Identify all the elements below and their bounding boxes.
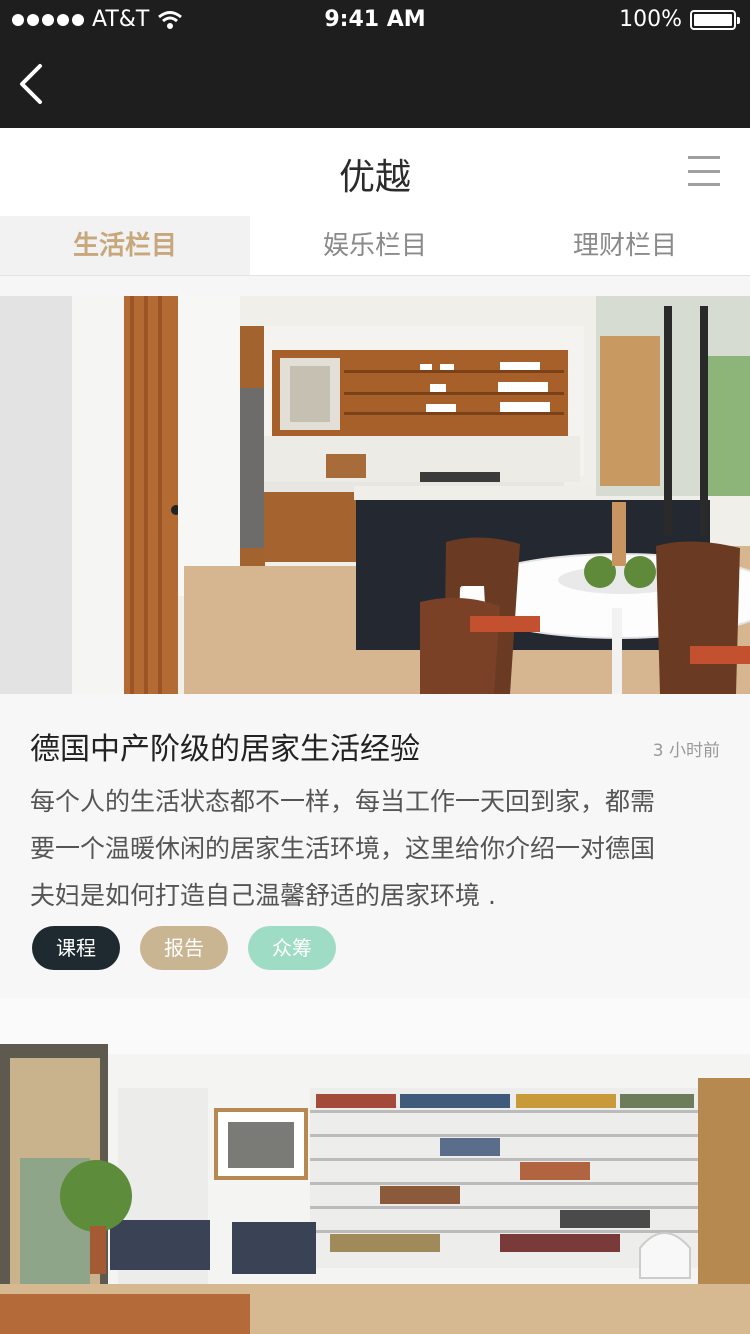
- tag-list: 课程 报告 众筹: [32, 926, 336, 970]
- status-right: 100%: [619, 7, 740, 32]
- tag-course[interactable]: 课程: [32, 926, 120, 970]
- battery-icon: [690, 9, 740, 30]
- back-icon[interactable]: [12, 60, 52, 108]
- tag-crowdfunding[interactable]: 众筹: [248, 926, 336, 970]
- battery-percent: 100%: [619, 7, 682, 32]
- kitchen-image: [0, 296, 750, 694]
- status-bar: AT&T 9:41 AM 100%: [0, 0, 750, 40]
- nav-bar: [0, 40, 750, 128]
- tab-finance[interactable]: 理财栏目: [500, 216, 750, 275]
- tag-report[interactable]: 报告: [140, 926, 228, 970]
- category-tabs: 生活栏目 娱乐栏目 理财栏目: [0, 216, 750, 276]
- article-time: 3 小时前: [652, 741, 720, 761]
- menu-icon[interactable]: [688, 156, 720, 186]
- tab-entertainment[interactable]: 娱乐栏目: [250, 216, 500, 275]
- tab-life[interactable]: 生活栏目: [0, 216, 250, 275]
- description-line: 夫妇是如何打造自己温馨舒适的居家环境 .: [30, 881, 496, 910]
- description-line: 每个人的生活状态都不一样，每当工作一天回到家，都需: [30, 787, 656, 816]
- page-title: 优越: [338, 157, 411, 198]
- title-bar: 优越: [0, 128, 750, 216]
- article-description: 每个人的生活状态都不一样，每当工作一天回到家，都需 要一个温暖休闲的居家生活环境…: [30, 778, 730, 919]
- article-card[interactable]: 德国中产阶级的居家生活经验 3 小时前 每个人的生活状态都不一样，每当工作一天回…: [0, 296, 750, 998]
- living-room-image[interactable]: [0, 998, 750, 1334]
- description-line: 要一个温暖休闲的居家生活环境，这里给你介绍一对德国: [30, 834, 656, 863]
- article-title[interactable]: 德国中产阶级的居家生活经验: [30, 724, 420, 768]
